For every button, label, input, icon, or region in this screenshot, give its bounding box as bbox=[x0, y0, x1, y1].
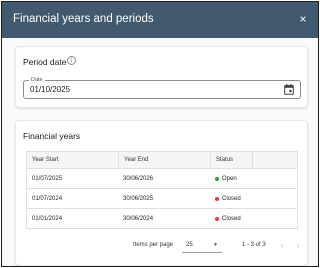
year-start-cell: 01/01/2024 bbox=[32, 215, 63, 222]
status-cell: Open bbox=[210, 169, 252, 188]
actions-cell bbox=[252, 189, 298, 208]
dialog-title: Financial years and periods bbox=[13, 13, 154, 25]
paginator: Items per page 25 ▼ 1 - 3 of 3 ‹ › bbox=[16, 235, 309, 255]
page-range-label: 1 - 3 of 3 bbox=[242, 242, 266, 248]
financial-years-title: Financial years bbox=[23, 131, 81, 141]
close-icon[interactable]: × bbox=[297, 12, 309, 26]
column-header-status[interactable]: Status bbox=[210, 152, 252, 168]
status-dot-icon bbox=[215, 216, 219, 221]
year-end-cell: 30/06/2025 bbox=[123, 195, 154, 202]
status-cell: Closed bbox=[210, 189, 252, 208]
year-end-cell: 30/06/2026 bbox=[123, 175, 154, 182]
actions-cell bbox=[252, 169, 298, 188]
items-per-page-select[interactable]: 25 ▼ bbox=[182, 237, 222, 253]
previous-page-icon[interactable]: ‹ bbox=[276, 239, 288, 251]
status-badge: Closed bbox=[222, 215, 241, 222]
date-field[interactable]: Date bbox=[23, 76, 301, 99]
calendar-icon[interactable] bbox=[284, 84, 294, 95]
date-field-label: Date bbox=[29, 76, 45, 84]
info-circle-icon[interactable]: i bbox=[67, 56, 76, 65]
column-header-year-end[interactable]: Year End bbox=[118, 152, 210, 168]
status-badge: Closed bbox=[222, 195, 241, 202]
items-per-page-label: Items per page bbox=[133, 242, 174, 248]
status-dot-icon bbox=[215, 196, 219, 201]
actions-cell bbox=[252, 209, 298, 228]
table-row[interactable]: 01/07/2024 30/06/2025 Closed bbox=[27, 188, 297, 208]
year-start-cell: 01/07/2025 bbox=[32, 175, 63, 182]
date-input[interactable] bbox=[30, 85, 230, 94]
year-end-cell: 30/06/2024 bbox=[123, 215, 154, 222]
dialog: Financial years and periods × Period dat… bbox=[1, 1, 319, 267]
table-row[interactable]: 01/07/2025 30/06/2026 Open bbox=[27, 168, 297, 188]
column-header-year-start[interactable]: Year Start bbox=[27, 152, 118, 168]
financial-years-card: Financial years Year Start Year End Stat… bbox=[15, 120, 308, 266]
column-header-actions bbox=[252, 152, 298, 168]
items-per-page-value: 25 bbox=[186, 242, 193, 248]
status-badge: Open bbox=[222, 175, 237, 182]
dialog-header: Financial years and periods × bbox=[2, 2, 318, 38]
period-date-card: Period date i Date bbox=[15, 46, 308, 108]
status-cell: Closed bbox=[210, 209, 252, 228]
next-page-icon[interactable]: › bbox=[292, 239, 304, 251]
status-dot-icon bbox=[215, 176, 219, 181]
financial-years-table: Year Start Year End Status 01/07/2025 30… bbox=[26, 151, 298, 229]
table-row[interactable]: 01/01/2024 30/06/2024 Closed bbox=[27, 208, 297, 228]
year-start-cell: 01/07/2024 bbox=[32, 195, 63, 202]
chevron-down-icon: ▼ bbox=[213, 242, 218, 248]
period-date-title: Period date bbox=[23, 57, 67, 67]
table-header-row: Year Start Year End Status bbox=[27, 152, 297, 168]
